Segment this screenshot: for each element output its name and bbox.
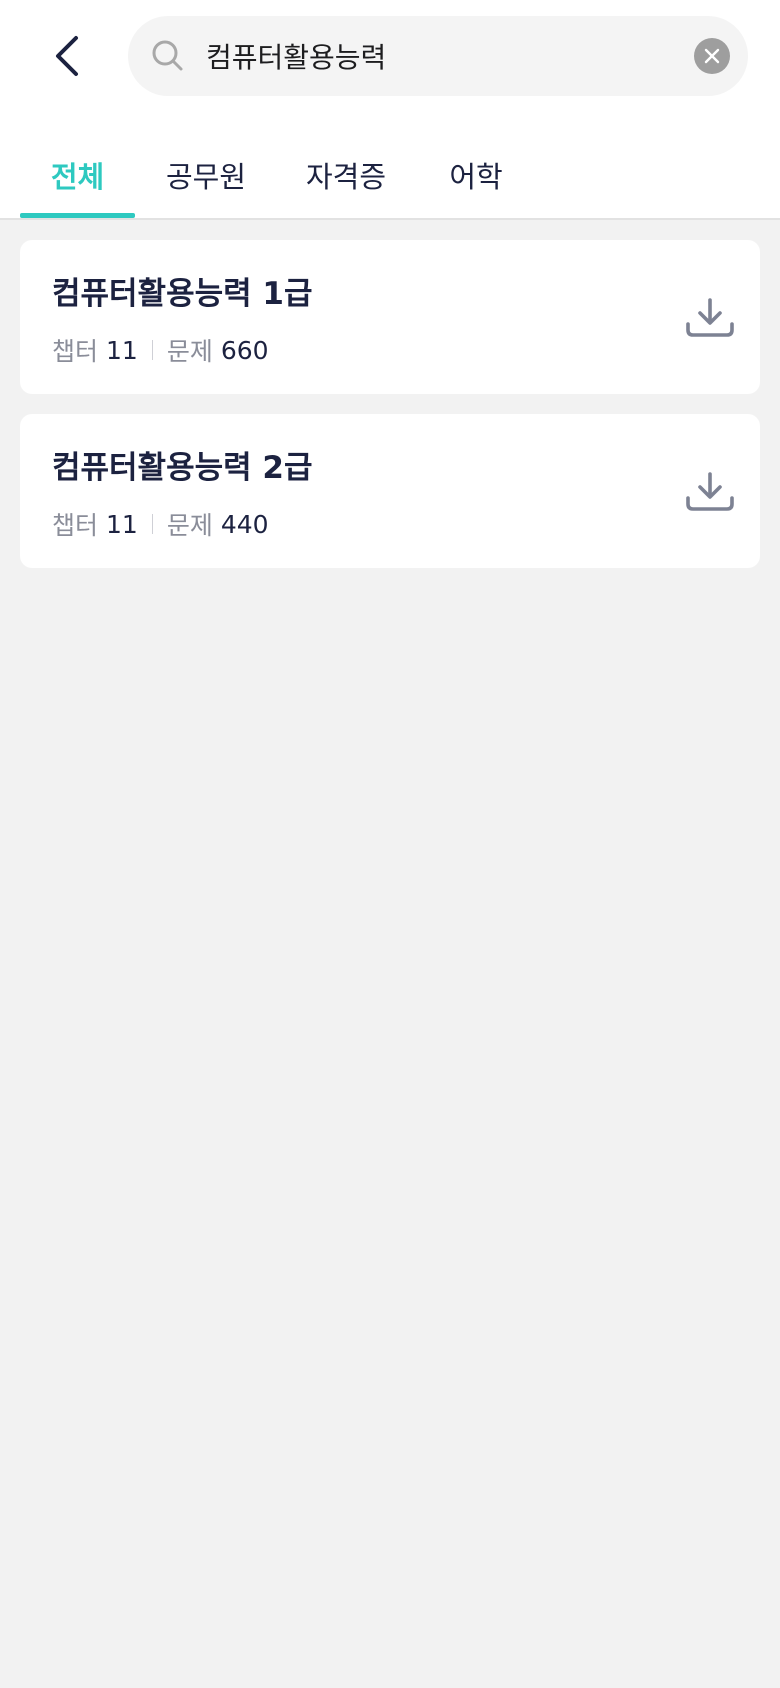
question-label: 문제 [166, 337, 213, 366]
clear-search-button[interactable] [694, 38, 730, 74]
meta-divider [151, 514, 153, 534]
tab-civil-service[interactable]: 공무원 [150, 130, 262, 218]
close-icon [704, 48, 720, 64]
tab-all[interactable]: 전체 [20, 130, 135, 218]
category-tabs: 전체 공무원 자격증 어학 [0, 130, 780, 220]
question-label: 문제 [166, 511, 213, 540]
chapter-label: 챕터 [52, 337, 99, 366]
search-icon [152, 40, 183, 71]
question-count: 440 [220, 509, 269, 539]
result-meta: 챕터 11 문제 660 [52, 332, 269, 368]
chapter-count: 11 [106, 335, 138, 365]
search-input[interactable] [206, 16, 656, 96]
meta-divider [151, 340, 153, 360]
download-icon [686, 298, 734, 337]
chapter-count: 11 [106, 509, 138, 539]
result-title: 컴퓨터활용능력 2급 [52, 450, 313, 486]
result-card-2[interactable]: 컴퓨터활용능력 2급 챕터 11 문제 440 [20, 414, 760, 568]
download-button[interactable] [680, 288, 740, 348]
search-box[interactable] [128, 16, 748, 96]
question-count: 660 [220, 335, 269, 365]
tab-certificates[interactable]: 자격증 [290, 130, 402, 218]
back-button[interactable] [40, 26, 94, 86]
chapter-label: 챕터 [52, 511, 99, 540]
download-button[interactable] [680, 462, 740, 522]
result-meta: 챕터 11 문제 440 [52, 506, 269, 542]
download-icon [686, 472, 734, 511]
result-title: 컴퓨터활용능력 1급 [52, 276, 313, 312]
active-tab-indicator [20, 213, 135, 218]
app-header: 전체 공무원 자격증 어학 [0, 0, 780, 220]
result-card-1[interactable]: 컴퓨터활용능력 1급 챕터 11 문제 660 [20, 240, 760, 394]
tab-language[interactable]: 어학 [420, 130, 532, 218]
chevron-left-icon [56, 36, 78, 76]
